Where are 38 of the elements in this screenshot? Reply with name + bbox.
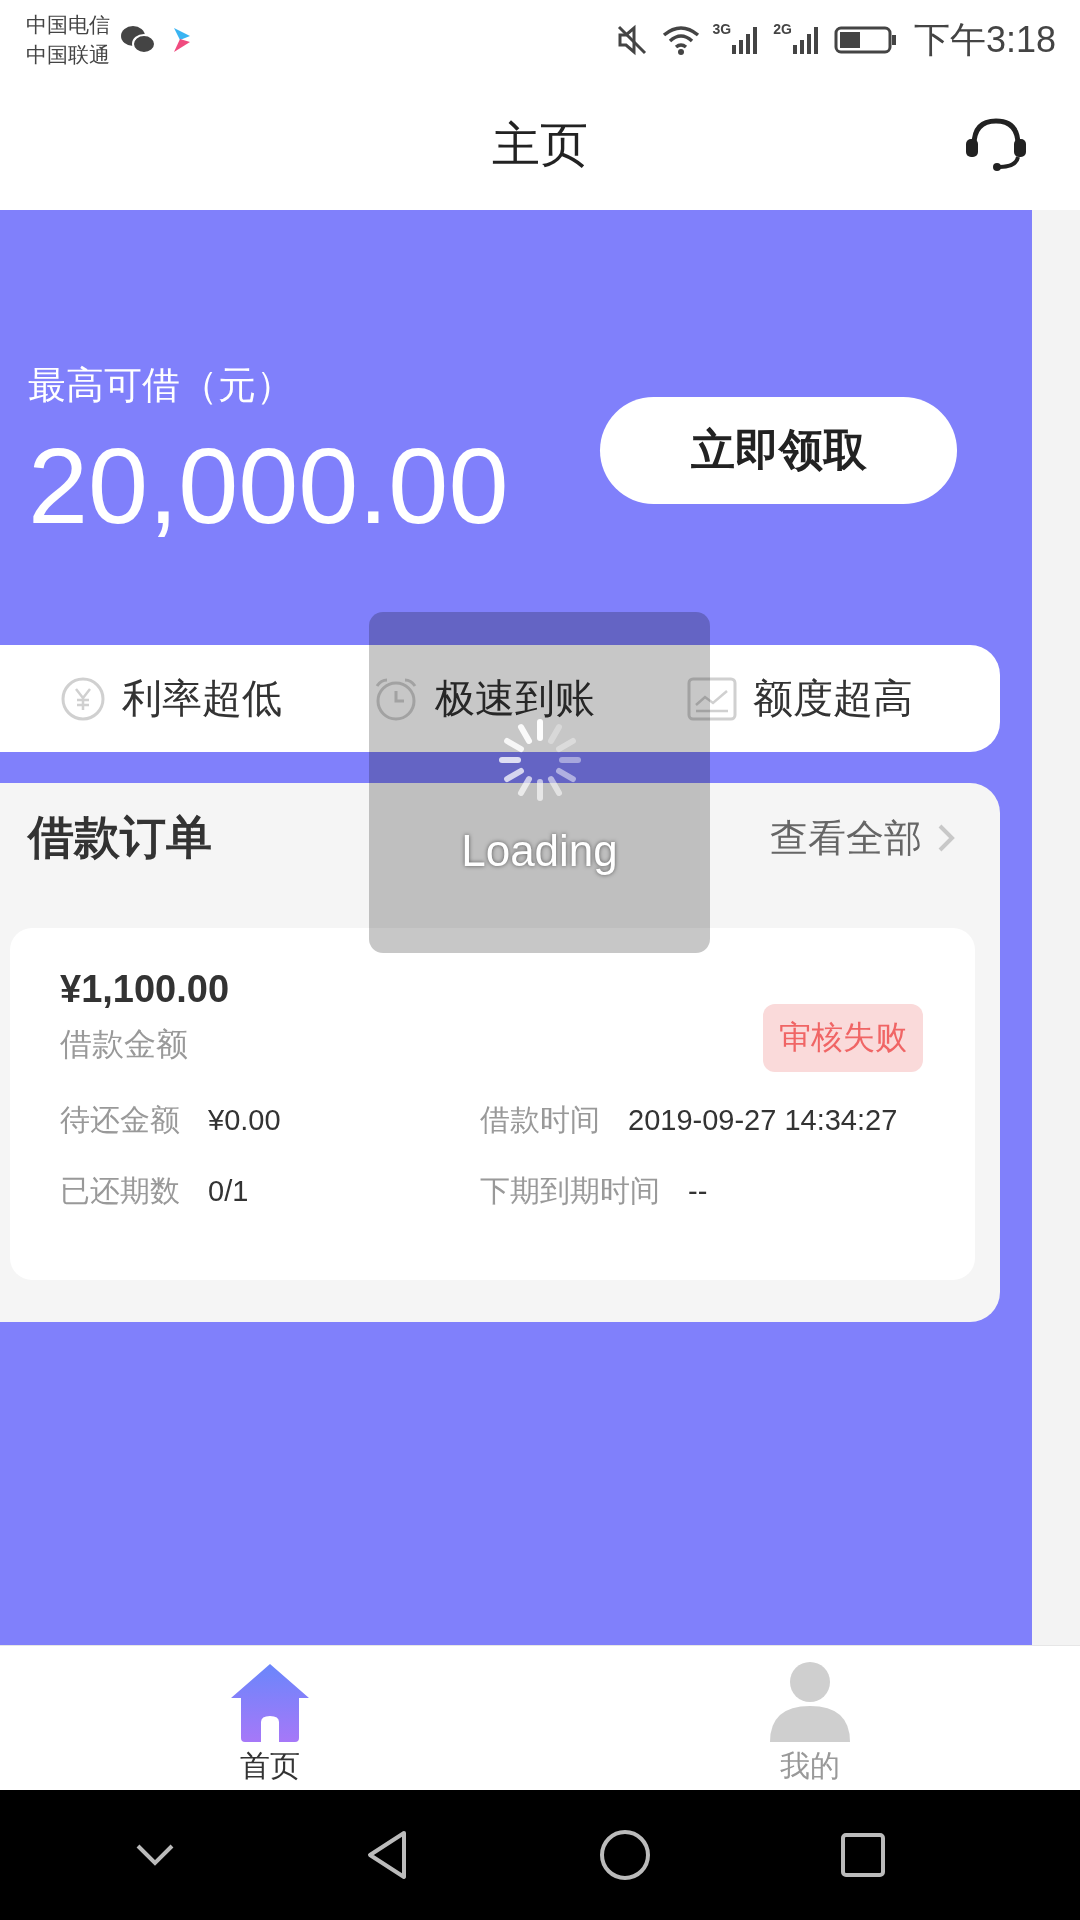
field-value: 2019-09-27 14:34:27	[628, 1104, 898, 1137]
yuan-coin-icon	[60, 675, 106, 722]
battery-icon	[833, 26, 898, 54]
feature-label: 利率超低	[122, 675, 282, 722]
section-title: 借款订单	[28, 810, 212, 865]
network-type: 3G	[712, 21, 732, 37]
order-card[interactable]: ¥1,100.00 借款金额 审核失败 待还金额 ¥0.00 借款时间 2019-09-27 14:34:27 已还期数 0/1 下期到期时间 --	[10, 928, 975, 1280]
page-title: 主页	[492, 117, 588, 173]
network-type: 2G	[773, 21, 792, 37]
loan-amount-label: 借款金额	[60, 1025, 189, 1064]
chevron-down-icon[interactable]	[134, 1843, 175, 1867]
limit-label: 最高可借（元）	[28, 362, 295, 408]
field-value: 0/1	[208, 1175, 249, 1208]
field-label: 待还金额	[60, 1102, 180, 1138]
carrier-name: 中国联通	[26, 42, 110, 68]
limit-amount: 20,000.00	[28, 423, 510, 548]
field-label: 已还期数	[60, 1173, 180, 1209]
carrier-name: 中国电信	[26, 12, 110, 38]
home-circle-icon[interactable]	[598, 1829, 651, 1881]
claim-button[interactable]: 立即领取	[600, 396, 957, 504]
chevron-icon	[936, 822, 956, 854]
feature-label: 极速到账	[435, 675, 596, 722]
field-label: 下期到期时间	[480, 1173, 660, 1209]
person-icon	[769, 1660, 851, 1742]
recents-icon[interactable]	[839, 1832, 886, 1878]
status-badge: 审核失败	[763, 1004, 923, 1072]
feature-label: 额度超高	[752, 675, 913, 722]
field-value: ¥0.00	[208, 1104, 281, 1137]
line-chart-icon	[686, 676, 737, 721]
clock-time: 下午3:18	[913, 17, 1056, 62]
loan-amount: ¥1,100.00	[60, 968, 230, 1011]
tab-item[interactable]: 首页	[0, 1646, 540, 1790]
field-label: 借款时间	[480, 1102, 600, 1138]
chat-bubbles-icon	[120, 25, 156, 55]
field-value: --	[688, 1175, 708, 1208]
view-all-link[interactable]: 查看全部	[770, 812, 956, 864]
loading-text: Loading	[461, 826, 618, 876]
wifi-icon	[660, 23, 701, 57]
